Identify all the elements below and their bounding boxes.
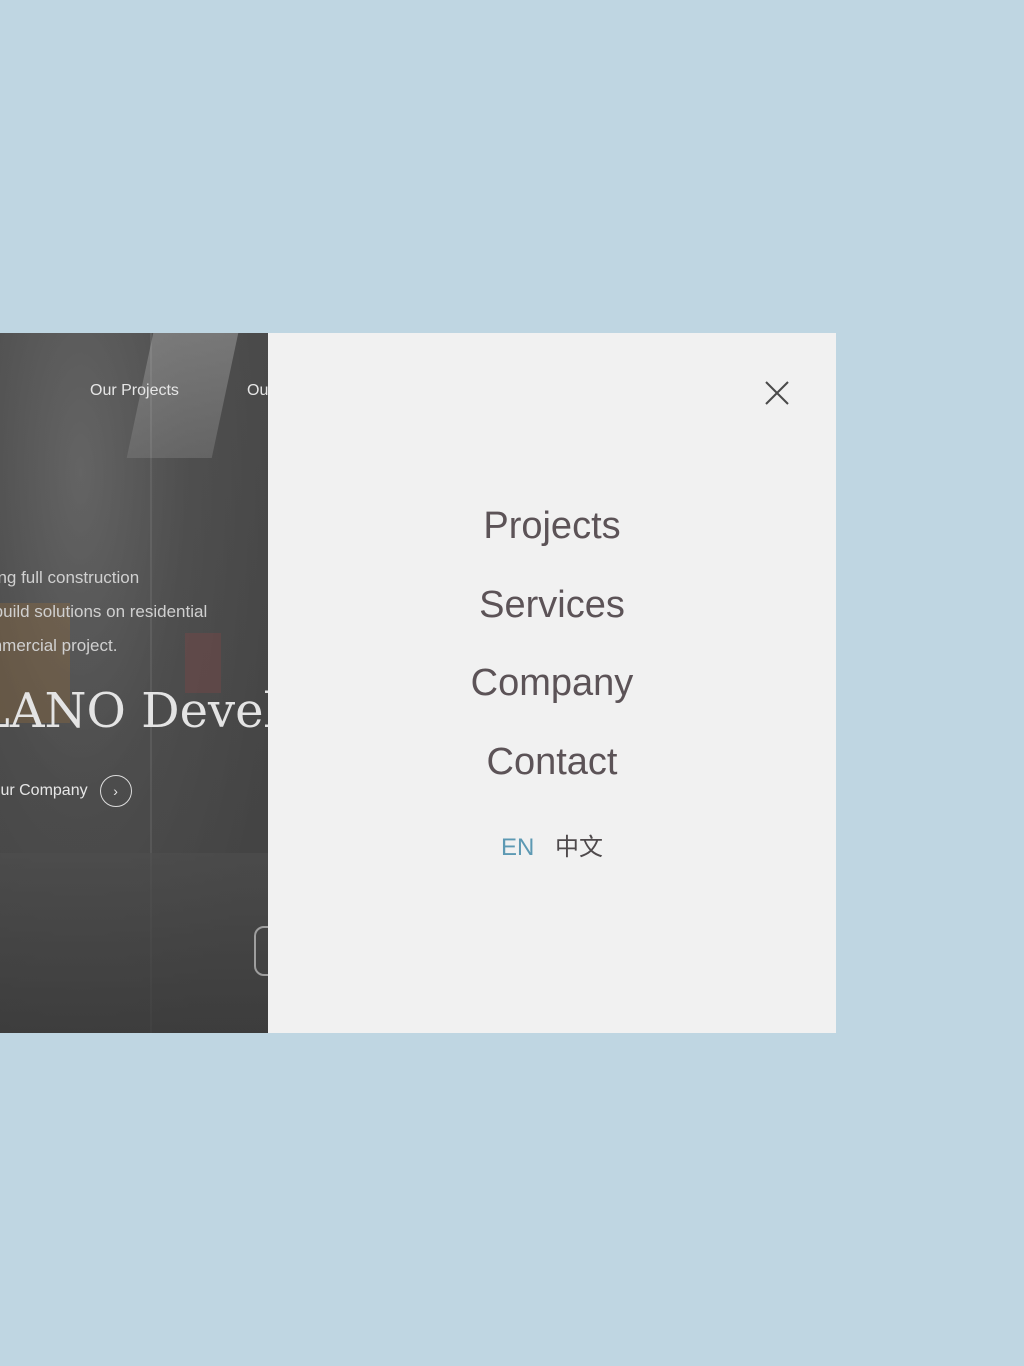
menu-item-services[interactable]: Services [268,572,836,651]
language-switcher: EN 中文 [268,827,836,862]
hero-description: ring full construction -build solutions … [0,561,207,663]
hero-description-line: ring full construction [0,568,140,587]
counter-decoration [0,853,268,1033]
our-company-link[interactable]: Our Company › [0,775,132,807]
device-screen: Our Projects Ou ring full construction -… [0,333,836,1033]
hero-description-line: -build solutions on residential [0,602,208,621]
chevron-right-icon[interactable]: › [99,775,132,807]
menu-item-contact[interactable]: Contact [268,729,836,808]
hero-title: LANO Develo [0,683,268,739]
scroll-indicator [254,926,268,976]
language-option-zh[interactable]: 中文 [555,834,603,861]
menu-item-projects[interactable]: Projects [268,493,836,572]
menu-item-company[interactable]: Company [268,650,836,729]
language-option-en[interactable]: EN [501,834,534,861]
background-hero: Our Projects Ou ring full construction -… [0,333,268,1033]
close-icon[interactable] [761,377,793,409]
hero-description-line: mmercial project. [0,636,118,655]
hero-nav-our-projects[interactable]: Our Projects [90,382,179,400]
menu-list: Projects Services Company Contact [268,493,836,807]
our-company-label: Our Company [0,782,88,799]
menu-panel: Projects Services Company Contact EN 中文 [268,333,836,1033]
hero-nav-partial[interactable]: Ou [247,382,268,400]
